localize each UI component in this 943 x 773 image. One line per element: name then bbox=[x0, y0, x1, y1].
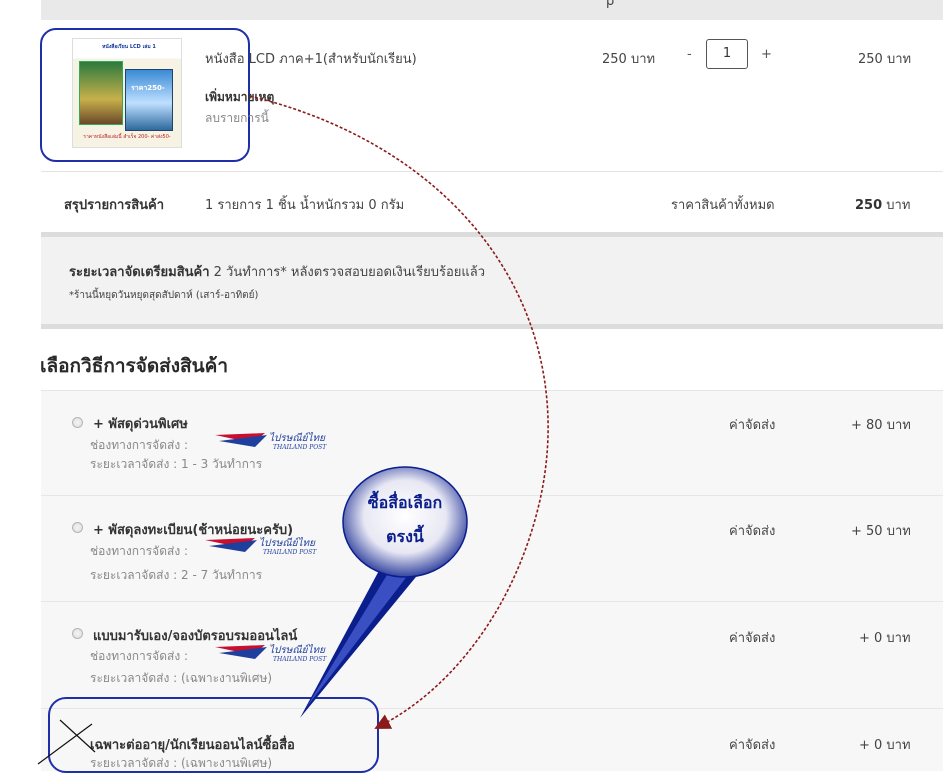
shipping-fee-label: ค่าจัดส่ง bbox=[729, 418, 776, 433]
thailand-post-logo-icon: ไปรษณีย์ไทย THAILAND POST bbox=[215, 641, 335, 663]
total-price: 250 บาท bbox=[855, 194, 910, 215]
shipping-radio[interactable] bbox=[72, 417, 83, 428]
shipping-time-value: 1 - 3 วันทำการ bbox=[181, 457, 263, 471]
thailand-post-logo-icon: ไปรษณีย์ไทย THAILAND POST bbox=[205, 534, 325, 556]
shipping-fee-label: ค่าจัดส่ง bbox=[729, 631, 776, 646]
line-total: 250 บาท bbox=[858, 52, 912, 67]
prep-time-note: *ร้านนี้หยุดวันหยุดสุดสัปดาห์ (เสาร์-อาท… bbox=[69, 290, 259, 301]
renewal-option-highlight-outline bbox=[48, 697, 379, 773]
shipping-time: ระยะเวลาจัดส่ง : 2 - 7 วันทำการ bbox=[90, 566, 262, 585]
row-divider bbox=[41, 171, 943, 172]
shipping-channel-label: ช่องทางการจัดส่ง : bbox=[90, 438, 189, 452]
unit-price: 250 บาท bbox=[602, 52, 656, 67]
shipping-option-registered[interactable]: + พัสดุลงทะเบียน(ช้าหน่อยนะครับ) ช่องทาง… bbox=[41, 495, 943, 602]
shipping-radio[interactable] bbox=[72, 628, 83, 639]
summary-detail: 1 รายการ 1 ชิ้น น้ำหนักรวม 0 กรัม bbox=[205, 198, 405, 213]
total-label: ราคาสินค้าทั้งหมด bbox=[671, 198, 775, 213]
shipping-channel-label: ช่องทางการจัดส่ง : bbox=[90, 649, 189, 663]
shipping-time-label: ระยะเวลาจัดส่ง : bbox=[90, 568, 178, 582]
summary-label: สรุปรายการสินค้า bbox=[64, 198, 165, 213]
shipping-time: ระยะเวลาจัดส่ง : (เฉพาะงานพิเศษ) bbox=[90, 669, 272, 688]
header-partial-text: p bbox=[606, 0, 615, 9]
carrier-logo-text: ไปรษณีย์ไทย bbox=[269, 644, 326, 656]
shipping-time-label: ระยะเวลาจัดส่ง : bbox=[90, 671, 178, 685]
quantity-input[interactable]: 1 bbox=[706, 39, 748, 69]
prep-time-line: ระยะเวลาจัดเตรียมสินค้า 2 วันทำการ* หลัง… bbox=[69, 261, 485, 282]
table-header-strip bbox=[41, 0, 943, 20]
total-value: 250 bbox=[855, 198, 883, 213]
shipping-fee-label: ค่าจัดส่ง bbox=[729, 738, 776, 753]
shipping-radio[interactable] bbox=[72, 522, 83, 533]
shipping-option-name: + พัสดุด่วนพิเศษ bbox=[93, 417, 188, 432]
shipping-fee: + 50 บาท bbox=[851, 524, 911, 539]
product-name-link[interactable]: หนังสือ LCD ภาค+1(สำหรับนักเรียน) bbox=[205, 48, 417, 69]
shipping-time-value: (เฉพาะงานพิเศษ) bbox=[181, 671, 273, 685]
shipping-fee: + 0 บาท bbox=[859, 631, 911, 646]
shipping-time: ระยะเวลาจัดส่ง : 1 - 3 วันทำการ bbox=[90, 455, 262, 474]
shipping-time-label: ระยะเวลาจัดส่ง : bbox=[90, 457, 178, 471]
qty-decrease-button[interactable]: - bbox=[687, 47, 692, 62]
carrier-logo-text: ไปรษณีย์ไทย bbox=[269, 432, 326, 444]
shipping-heading: เลือกวิธีการจัดส่งสินค้า bbox=[40, 355, 229, 377]
remove-item-link[interactable]: ลบรายการนี้ bbox=[205, 109, 269, 128]
prep-time-label: ระยะเวลาจัดเตรียมสินค้า bbox=[69, 265, 210, 280]
carrier-logo-subtext: THAILAND POST bbox=[263, 549, 317, 556]
total-unit: บาท bbox=[886, 198, 911, 213]
prep-time-value: 2 วันทำการ* หลังตรวจสอบยอดเงินเรียบร้อยแ… bbox=[213, 265, 486, 280]
carrier-logo-subtext: THAILAND POST bbox=[273, 444, 327, 451]
shipping-fee: + 80 บาท bbox=[851, 418, 911, 433]
shipping-option-pickup[interactable]: แบบมารับเอง/จองบัตรอบรมออนไลน์ ช่องทางกา… bbox=[41, 601, 943, 709]
section-divider bbox=[41, 324, 943, 329]
qty-increase-button[interactable]: + bbox=[761, 47, 772, 62]
shipping-time-value: 2 - 7 วันทำการ bbox=[181, 568, 263, 582]
add-note-link[interactable]: เพิ่มหมายเหตุ bbox=[205, 88, 274, 107]
carrier-logo-subtext: THAILAND POST bbox=[273, 656, 327, 663]
shipping-fee: + 0 บาท bbox=[859, 738, 911, 753]
thailand-post-logo-icon: ไปรษณีย์ไทย THAILAND POST bbox=[215, 429, 335, 451]
shipping-fee-label: ค่าจัดส่ง bbox=[729, 524, 776, 539]
shipping-channel-label: ช่องทางการจัดส่ง : bbox=[90, 544, 189, 558]
shipping-option-express[interactable]: + พัสดุด่วนพิเศษ ช่องทางการจัดส่ง : ไปรษ… bbox=[41, 390, 943, 496]
carrier-logo-text: ไปรษณีย์ไทย bbox=[259, 537, 316, 549]
